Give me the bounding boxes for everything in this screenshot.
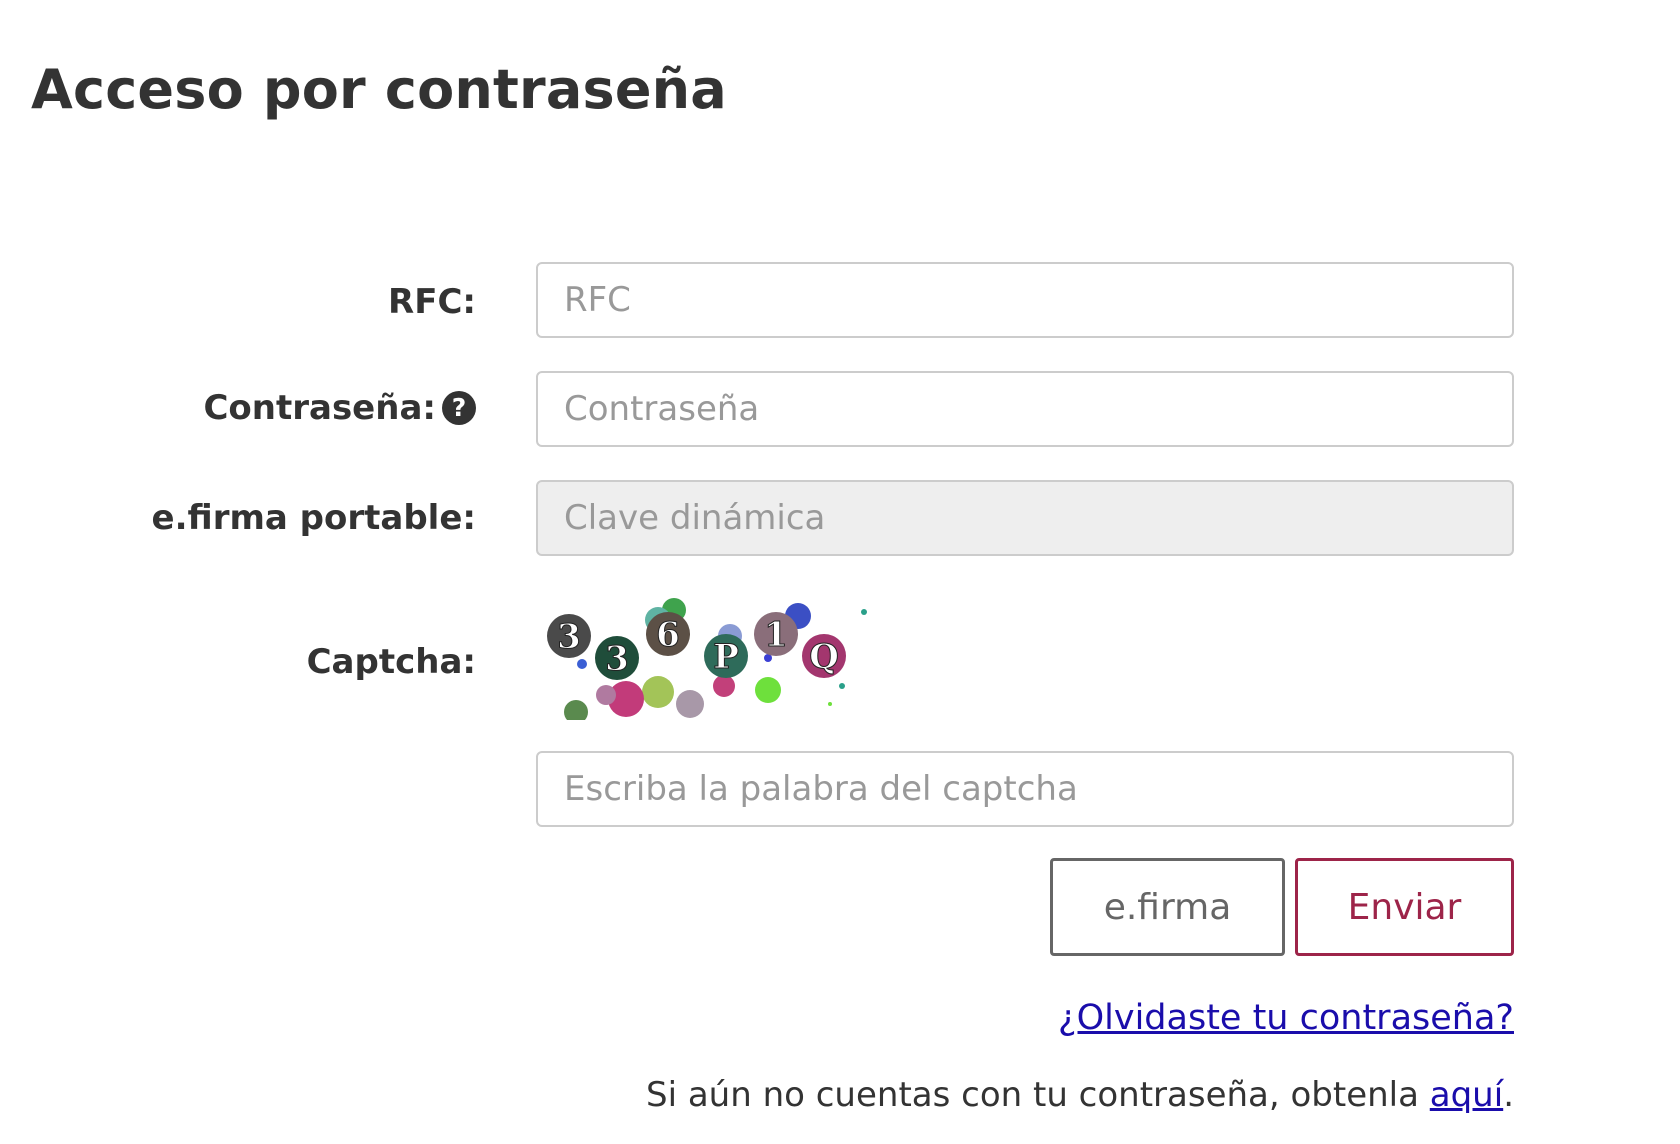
captcha-char: 1	[764, 615, 788, 655]
efirma-portable-label: e.firma portable:	[151, 498, 476, 538]
captcha-char: 6	[656, 615, 680, 655]
password-label-group: Contraseña:?	[203, 388, 476, 428]
rfc-label: RFC:	[388, 282, 476, 322]
captcha-image: 3 3 6 P 1 Q	[547, 598, 867, 720]
signup-link[interactable]: aquí	[1430, 1075, 1503, 1115]
password-input[interactable]	[536, 371, 1514, 447]
captcha-char: 3	[557, 617, 581, 657]
page-title: Acceso por contraseña	[31, 58, 727, 121]
captcha-noise	[676, 690, 704, 718]
dynamic-key-input[interactable]	[536, 480, 1514, 556]
captcha-char: 3	[605, 639, 629, 679]
captcha-input[interactable]	[536, 751, 1514, 827]
password-label: Contraseña:	[203, 388, 436, 428]
captcha-noise	[828, 702, 832, 706]
captcha-noise	[577, 659, 587, 669]
captcha-label: Captcha:	[306, 642, 476, 682]
signup-text-prefix: Si aún no cuentas con tu contraseña, obt…	[646, 1075, 1430, 1115]
captcha-noise	[596, 685, 616, 705]
captcha-char: Q	[809, 637, 839, 677]
signup-text: Si aún no cuentas con tu contraseña, obt…	[646, 1075, 1514, 1115]
login-page: Acceso por contraseña RFC: Contraseña:? …	[0, 0, 1680, 1144]
rfc-input[interactable]	[536, 262, 1514, 338]
captcha-noise	[839, 683, 845, 689]
question-circle-icon[interactable]: ?	[442, 391, 476, 425]
signup-text-suffix: .	[1503, 1075, 1514, 1115]
captcha-char: P	[713, 637, 739, 677]
efirma-button[interactable]: e.firma	[1050, 858, 1285, 956]
captcha-noise	[642, 676, 674, 708]
captcha-noise	[755, 677, 781, 703]
captcha-noise	[861, 609, 867, 615]
send-button[interactable]: Enviar	[1295, 858, 1514, 956]
captcha-noise	[713, 675, 735, 697]
forgot-password-link[interactable]: ¿Olvidaste tu contraseña?	[1058, 998, 1514, 1038]
captcha-noise	[564, 700, 588, 720]
